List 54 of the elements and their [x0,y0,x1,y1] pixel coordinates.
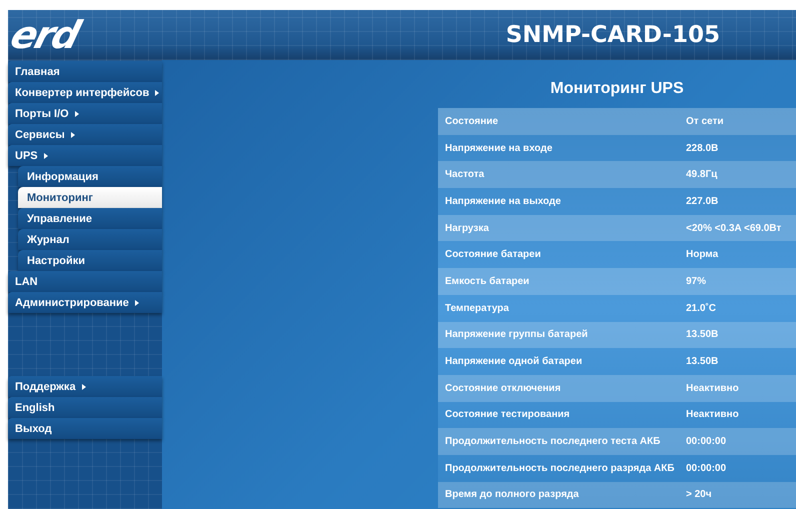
table-cell-text: Нагрузка [444,222,490,234]
arrow-icon [70,132,75,138]
table-cell-text: 228.0В [686,142,720,154]
menu-item[interactable]: English [8,397,162,418]
table-cell-text: <20% <0.3A <69.0Вт [686,222,782,234]
submenu-item[interactable]: Настройки [18,250,162,271]
menu-item[interactable]: Сервисы [8,124,162,145]
table-cell-text: Неактивно [686,382,740,394]
table-cell-text: 13.50В [686,329,720,340]
menu-item[interactable]: Администрирование [8,292,162,313]
arrow-icon [155,90,160,96]
device-title: SNMP-CARD-105 [506,22,720,48]
submenu-item[interactable]: Управление [18,208,162,229]
menu-item[interactable]: Порты I/O [8,103,162,124]
table-cell-text: От сети [686,116,724,127]
table-cell-text: Продолжительность последнего разряда АКБ [444,462,676,474]
logo: erd [6,16,83,54]
submenu-item[interactable]: Информация [18,166,162,187]
table-cell-text: Состояние [444,116,500,127]
table-cell-text: Состояние отключения [444,382,562,394]
table-cell-text: 49.8Гц [686,169,718,180]
submenu-item[interactable]: Мониторинг [18,187,162,208]
arrow-icon [74,110,79,116]
table-cell-text: Состояние тестирования [444,409,571,420]
table-cell-text: 227.0В [686,196,720,207]
table-cell-text: Напряжение группы батарей [444,329,589,340]
table-cell-text: 97% [686,276,708,287]
table-cell-text: Состояние батареи [444,249,542,260]
table-cell-text: Напряжение на выходе [444,196,562,207]
table-cell-text: > 20ч [686,489,713,500]
menu-item[interactable]: UPS [8,145,162,166]
table-cell-text: Время до полного разряда [444,489,580,500]
table-cell-text: Частота [444,169,486,180]
table-cell-text: Продолжительность последнего теста АКБ [444,436,662,448]
table-cell-text: Неактивно [686,409,740,420]
table-cell-text: 00:00:00 [686,436,728,448]
submenu-item[interactable]: Журнал [18,229,162,250]
table-cell-text: 21.0˚C [686,302,718,314]
arrow-icon [44,152,48,158]
panel-title: Мониторинг UPS [549,80,685,99]
menu-item[interactable]: Главная [8,61,162,82]
menu-item[interactable]: Выход [8,418,162,439]
table-cell-text: Норма [686,249,720,260]
table-cell-text: 13.50В [686,356,720,368]
table-cell-text: Температура [444,302,510,314]
menu-item[interactable]: Конвертер интерфейсов [8,82,162,103]
table-cell-text: 00:00:00 [686,462,728,474]
menu-item[interactable]: Поддержка [8,376,162,397]
arrow-icon [82,384,86,390]
table-cell-text: Напряжение одной батареи [444,356,584,368]
table-cell-text: Емкость батареи [444,276,530,287]
table-cell-text: Напряжение на входе [444,142,554,154]
arrow-icon [134,300,139,306]
menu-item[interactable]: LAN [8,271,162,292]
